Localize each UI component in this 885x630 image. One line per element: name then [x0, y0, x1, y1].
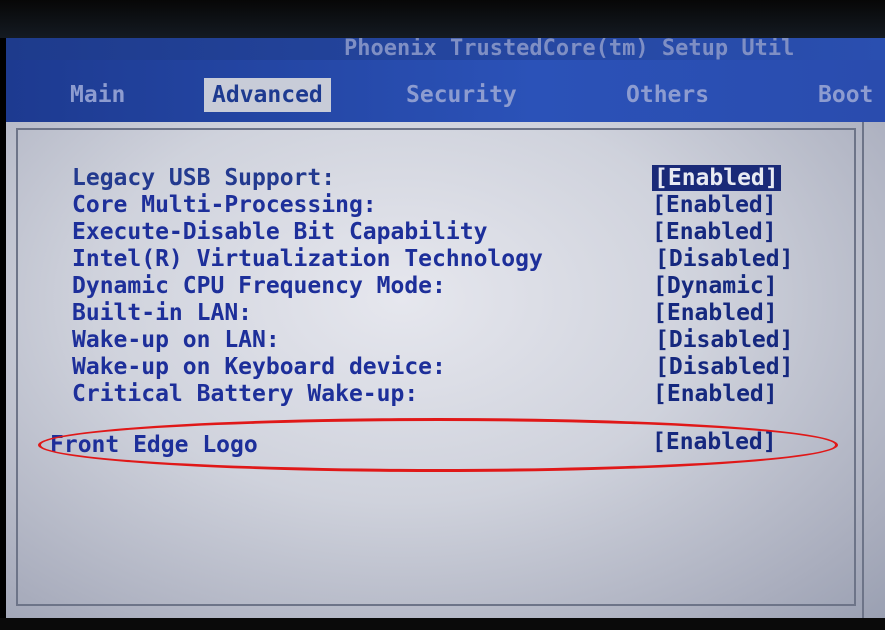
setting-value-wake-up-on-keyboard[interactable]: [Disabled]: [655, 354, 793, 380]
setting-row-dynamic-cpu-frequency[interactable]: Dynamic CPU Frequency Mode:: [72, 273, 446, 299]
bios-menu-bar: Main Advanced Security Others Boot: [6, 60, 885, 122]
selected-value: [Enabled]: [652, 165, 781, 191]
setting-value-legacy-usb[interactable]: [Enabled]: [652, 165, 781, 191]
camera-frame-top: [0, 0, 885, 38]
setting-row-core-multi-processing[interactable]: Core Multi-Processing:: [72, 192, 377, 218]
setting-row-built-in-lan[interactable]: Built-in LAN:: [72, 300, 252, 326]
setting-row-wake-up-on-lan[interactable]: Wake-up on LAN:: [72, 327, 280, 353]
setting-value-execute-disable-bit[interactable]: [Enabled]: [652, 219, 777, 245]
setting-row-legacy-usb[interactable]: Legacy USB Support:: [72, 165, 335, 191]
setting-label: Execute-Disable Bit Capability: [72, 219, 488, 245]
setting-value-wake-up-on-lan[interactable]: [Disabled]: [655, 327, 793, 353]
setting-row-wake-up-on-keyboard[interactable]: Wake-up on Keyboard device:: [72, 354, 446, 380]
setting-label: Wake-up on LAN:: [72, 327, 280, 353]
setting-value-core-multi-processing[interactable]: [Enabled]: [652, 192, 777, 218]
help-panel-edge: [862, 122, 885, 618]
menu-boot[interactable]: Boot: [818, 78, 873, 112]
setting-label: Dynamic CPU Frequency Mode:: [72, 273, 446, 299]
setting-label: Critical Battery Wake-up:: [72, 381, 419, 407]
menu-others[interactable]: Others: [626, 78, 709, 112]
setting-label: Core Multi-Processing:: [72, 192, 377, 218]
menu-main[interactable]: Main: [70, 78, 125, 112]
menu-advanced[interactable]: Advanced: [204, 78, 331, 112]
bios-title-bar: Phoenix TrustedCore(tm) Setup Util: [6, 38, 885, 60]
setting-value-built-in-lan[interactable]: [Enabled]: [653, 300, 778, 326]
setting-row-virtualization[interactable]: Intel(R) Virtualization Technology: [72, 246, 543, 272]
setting-label: Intel(R) Virtualization Technology: [72, 246, 543, 272]
setting-value-dynamic-cpu-frequency[interactable]: [Dynamic]: [653, 273, 778, 299]
bios-title: Phoenix TrustedCore(tm) Setup Util: [344, 38, 795, 60]
setting-row-critical-battery-wake-up[interactable]: Critical Battery Wake-up:: [72, 381, 418, 407]
setting-label: Legacy USB Support:: [72, 165, 336, 191]
menu-security[interactable]: Security: [406, 78, 517, 112]
setting-label: Built-in LAN:: [72, 300, 253, 326]
setting-label: Wake-up on Keyboard device:: [72, 354, 446, 380]
camera-frame-bottom: [0, 618, 885, 630]
annotation-red-circle: [38, 418, 838, 472]
setting-value-virtualization[interactable]: [Disabled]: [655, 246, 793, 272]
setting-value-critical-battery-wake-up[interactable]: [Enabled]: [653, 381, 778, 407]
setting-row-execute-disable-bit[interactable]: Execute-Disable Bit Capability: [72, 219, 487, 245]
